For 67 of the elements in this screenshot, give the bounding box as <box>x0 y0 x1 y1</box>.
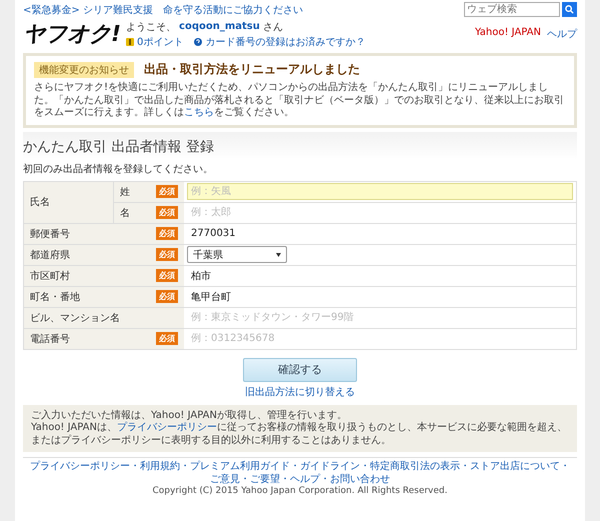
search-field[interactable]: ウェブ検索 <box>464 2 560 17</box>
separator-text: ・ <box>360 461 370 472</box>
points-link[interactable]: 0ポイント <box>137 34 184 48</box>
input-field[interactable]: 亀甲台町 <box>187 288 573 305</box>
field-label: ビル、マンション名 <box>30 312 120 324</box>
separator-text: ・ <box>180 461 190 472</box>
instruction-text: 初回のみ出品者情報を登録してください。 <box>23 162 214 176</box>
input-field[interactable]: 例：0312345678 <box>187 330 573 347</box>
footer-link[interactable]: ガイドライン <box>300 461 360 472</box>
privacy-text: ご入力いただいた情報は、Yahoo! JAPANが取得し、管理を行います。 <box>31 410 348 422</box>
separator-text: ・ <box>290 461 300 472</box>
honorific-text: さん <box>262 20 283 34</box>
field-label: 氏名 <box>24 182 114 222</box>
search-icon <box>565 5 574 14</box>
input-field[interactable]: 柏市 <box>187 267 573 284</box>
footer-link[interactable]: ストア出店について <box>470 461 560 472</box>
required-badge: 必須 <box>156 206 178 219</box>
search-button[interactable] <box>562 2 577 17</box>
header-link[interactable]: ヘルプ <box>547 27 577 41</box>
field-label: 市区町村 <box>30 270 70 282</box>
input-field[interactable]: 例：東京ミッドタウン・タワー99階 <box>187 309 573 326</box>
separator-text: ・ <box>460 461 470 472</box>
card-link[interactable]: カード番号の登録はお済みですか？ <box>205 34 366 48</box>
required-badge: 必須 <box>156 332 178 345</box>
copyright-text: Copyright (C) 2015 Yahoo Japan Corporation. All Rights Reserved. <box>152 486 448 498</box>
required-badge: 必須 <box>156 227 178 240</box>
field-label: 町名・番地 <box>30 290 80 304</box>
required-badge: 必須 <box>156 185 178 198</box>
footer-link[interactable]: プライバシーポリシー <box>30 461 130 472</box>
notice-text: さらにヤフオク!を快適にご利用いただくため、パソコンからの出品方法を「かんたん取引」にリニューアルしました。「かんたん取引」で出品した商品が落札されると「取引ナビ（ベータ版）」でのお取引となり、従来以上にお取引をスムーズに行えます。詳しくはこちら をご覧ください。 <box>34 82 565 120</box>
confirm-button[interactable]: 確認する <box>243 358 357 382</box>
field-label: 名 <box>120 206 130 220</box>
field-label: 郵便番号 <box>30 228 70 240</box>
coin-icon <box>126 38 134 46</box>
notice-title: 出品・取引方法をリニューアルしました <box>144 61 360 78</box>
input-field[interactable]: 例：太郎 <box>187 204 573 221</box>
required-badge: 必須 <box>156 248 178 261</box>
question-icon <box>194 38 202 46</box>
logo[interactable]: ヤフオク! <box>23 19 120 49</box>
separator-text: ・ <box>130 461 140 472</box>
privacy-text: Yahoo! JAPANは、プライバシーポリシーに従ってお客様の情報を取り扱うものとし、本サービスに必要な範囲を超え、またはプライバシーポリシーに表明する目的以外に利用することはありません。 <box>31 422 568 447</box>
privacy-link[interactable]: プライバシーポリシー <box>116 422 217 433</box>
caret-icon <box>276 252 281 256</box>
separator-text: ・ <box>320 474 330 484</box>
switch-link[interactable]: 旧出品方法に切り替える <box>245 384 355 398</box>
field-label: 姓 <box>120 186 130 198</box>
welcome-text: ようこそ、 <box>126 20 176 34</box>
field-label: 都道府県 <box>30 248 70 262</box>
footer-link[interactable]: お問い合わせ <box>330 474 390 484</box>
campaign-link[interactable]: <緊急募金> シリア難民支援 命を守る活動にご協力ください <box>23 2 303 16</box>
separator-text: ・ <box>560 461 570 472</box>
required-badge: 必須 <box>156 269 178 282</box>
field-label: 電話番号 <box>30 332 70 346</box>
footer-link[interactable]: 特定商取引法の表示 <box>370 461 460 472</box>
required-badge: 必須 <box>156 290 178 303</box>
footer-link[interactable]: ご意見・ご要望 <box>210 474 280 484</box>
footer-link[interactable]: 利用規約 <box>140 461 180 472</box>
details-link[interactable]: こちら <box>184 107 214 118</box>
separator-text: ・ <box>280 474 290 484</box>
input-field[interactable]: 例：矢風 <box>187 183 573 200</box>
header-link[interactable]: Yahoo! JAPAN <box>475 27 541 41</box>
input-field[interactable]: 2770031 <box>187 225 573 242</box>
notice-tag: 機能変更のお知らせ <box>34 62 134 78</box>
username-link[interactable]: coqoon_matsu <box>179 21 260 32</box>
footer-link[interactable]: ヘルプ <box>290 474 320 484</box>
footer-link[interactable]: プレミアム利用ガイド <box>190 461 290 472</box>
prefecture-select[interactable]: 千葉県 <box>187 246 287 263</box>
